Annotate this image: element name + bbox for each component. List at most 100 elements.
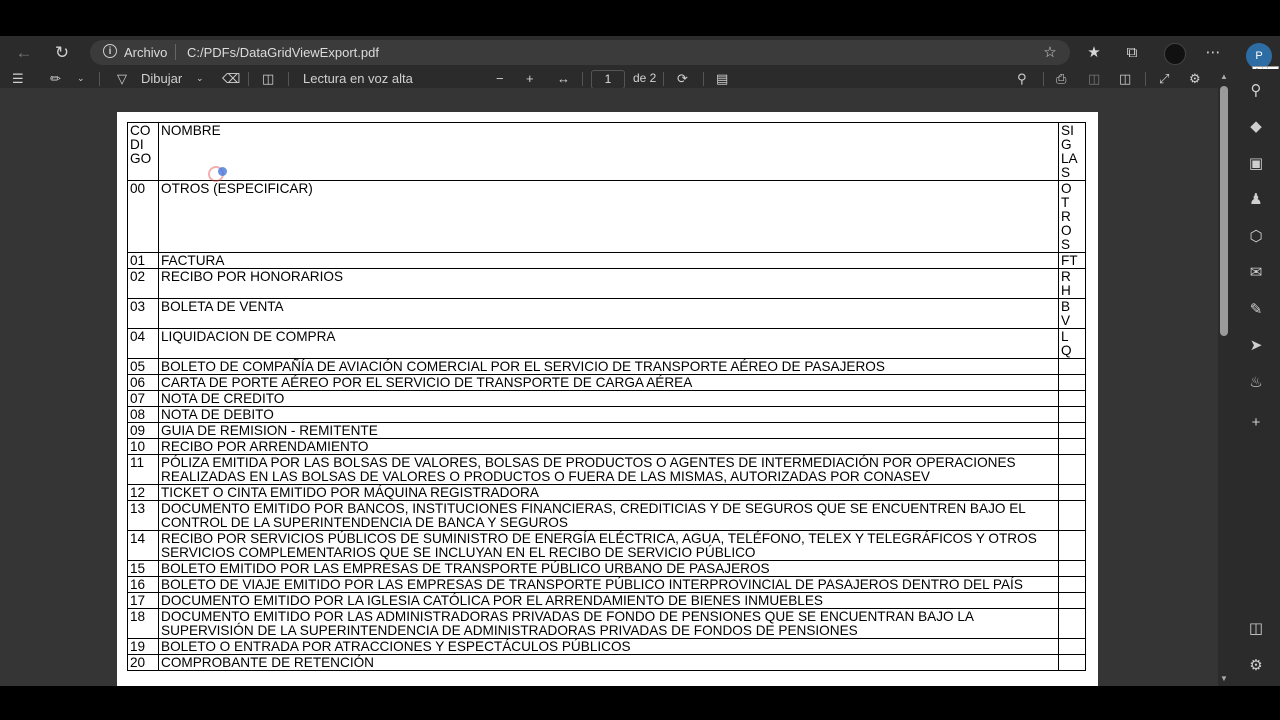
table-row: 05 BOLETO DE COMPAÑÍA DE AVIACIÓN COMERCI… bbox=[127, 358, 1086, 375]
scroll-down-icon[interactable]: ▼ bbox=[1219, 674, 1229, 683]
fullscreen-icon[interactable]: ⤢ bbox=[1159, 69, 1169, 88]
row-code: 10 bbox=[127, 438, 159, 455]
table-row: 04 LIQUIDACION DE COMPRA LQ bbox=[127, 328, 1086, 359]
draw-icon[interactable]: ▽ bbox=[117, 69, 127, 88]
row-name: DOCUMENTO EMITIDO POR LA IGLESIA CATÓLIC… bbox=[158, 592, 1059, 609]
row-name: NOTA DE DEBITO bbox=[158, 406, 1059, 423]
save-icon[interactable]: ◫ bbox=[1088, 69, 1100, 88]
row-name: OTROS (ESPECIFICAR) bbox=[158, 180, 1059, 253]
collections-icon[interactable]: ⧉ bbox=[1122, 44, 1142, 62]
settings-gear-icon[interactable]: ⚙ bbox=[1189, 69, 1201, 88]
toolbar-divider bbox=[248, 72, 249, 86]
header-name: NOMBRE bbox=[158, 122, 1059, 181]
row-code: 13 bbox=[127, 500, 159, 531]
row-name: DOCUMENTO EMITIDO POR BANCOS, INSTITUCIO… bbox=[158, 500, 1059, 531]
sidebar-toggle-icon[interactable]: ◫ bbox=[1244, 618, 1268, 640]
row-code: 16 bbox=[127, 576, 159, 593]
table-row: 20 COMPROBANTE DE RETENCIÓN bbox=[127, 654, 1086, 671]
copilot-icon[interactable]: ⬡ bbox=[1244, 226, 1268, 248]
refresh-icon[interactable]: ↻ bbox=[46, 36, 78, 69]
row-name: CARTA DE PORTE AÉREO POR EL SERVICIO DE … bbox=[158, 374, 1059, 391]
draw-chevron-icon[interactable]: ⌄ bbox=[196, 69, 204, 88]
mouse-cursor-dot bbox=[218, 167, 227, 176]
draw-label[interactable]: Dibujar bbox=[141, 69, 182, 88]
table-row: 03 BOLETA DE VENTA BV bbox=[127, 298, 1086, 329]
table-row: 17 DOCUMENTO EMITIDO POR LA IGLESIA CATÓL… bbox=[127, 592, 1086, 609]
url-text[interactable]: C:/PDFs/DataGridViewExport.pdf bbox=[187, 45, 379, 60]
table-row: 19 BOLETO O ENTRADA POR ATRACCIONES Y ESP… bbox=[127, 638, 1086, 655]
header-sig: SIGLAS bbox=[1061, 123, 1078, 180]
send-icon[interactable]: ➤ bbox=[1244, 335, 1268, 357]
zoom-out-icon[interactable]: − bbox=[496, 69, 504, 88]
extension-icon[interactable] bbox=[1164, 43, 1186, 65]
fit-width-icon[interactable]: ↔ bbox=[557, 69, 570, 88]
row-code: 20 bbox=[127, 654, 159, 671]
document-table: CODIGO NOMBRE SIGLAS 00 OTROS (ESPECIFICA… bbox=[127, 122, 1086, 671]
print-icon[interactable]: ⎙ bbox=[1056, 69, 1066, 88]
row-sig: FT bbox=[1061, 253, 1078, 268]
add-icon[interactable]: + bbox=[1244, 412, 1268, 434]
tag-icon[interactable]: ◆ bbox=[1244, 116, 1268, 138]
contents-list-icon[interactable]: ☰ bbox=[12, 69, 24, 88]
row-name: COMPROBANTE DE RETENCIÓN bbox=[158, 654, 1059, 671]
star-plus-icon[interactable]: ☆ bbox=[1040, 44, 1060, 62]
table-row: 06 CARTA DE PORTE AÉREO POR EL SERVICIO D… bbox=[127, 374, 1086, 391]
row-name: RECIBO POR HONORARIOS bbox=[158, 268, 1059, 299]
row-code: 15 bbox=[127, 560, 159, 577]
row-code: 06 bbox=[127, 374, 159, 391]
table-row: 10 RECIBO POR ARRENDAMIENTO bbox=[127, 438, 1086, 455]
pdf-viewer[interactable]: CODIGO NOMBRE SIGLAS 00 OTROS (ESPECIFICA… bbox=[0, 88, 1218, 686]
search-icon[interactable]: ⚲ bbox=[1017, 69, 1027, 88]
text-box-icon[interactable]: ◫ bbox=[262, 69, 274, 88]
row-name: BOLETO DE VIAJE EMITIDO POR LAS EMPRESAS… bbox=[158, 576, 1059, 593]
designer-icon[interactable]: ✎ bbox=[1244, 299, 1268, 321]
row-code: 02 bbox=[127, 268, 159, 299]
zoom-in-icon[interactable]: + bbox=[526, 69, 534, 88]
table-row: 11 PÓLIZA EMITIDA POR LAS BOLSAS DE VALOR… bbox=[127, 454, 1086, 485]
read-aloud-label[interactable]: Lectura en voz alta bbox=[303, 69, 413, 88]
pdf-page: CODIGO NOMBRE SIGLAS 00 OTROS (ESPECIFICA… bbox=[117, 112, 1098, 686]
toolbar-divider bbox=[1043, 72, 1044, 86]
table-row: 01 FACTURA FT bbox=[127, 252, 1086, 269]
search-sidebar-icon[interactable]: ⚲ bbox=[1244, 80, 1268, 102]
rotate-icon[interactable]: ⟳ bbox=[677, 69, 688, 88]
sidebar-settings-icon[interactable]: ⚙ bbox=[1244, 655, 1268, 677]
scroll-up-icon[interactable]: ▲ bbox=[1219, 72, 1229, 81]
row-code: 19 bbox=[127, 638, 159, 655]
favorites-icon[interactable]: ★ bbox=[1084, 44, 1104, 62]
row-code: 09 bbox=[127, 422, 159, 439]
outlook-icon[interactable]: ✉ bbox=[1244, 262, 1268, 284]
table-row: 13 DOCUMENTO EMITIDO POR BANCOS, INSTITUC… bbox=[127, 500, 1086, 531]
row-code: 14 bbox=[127, 530, 159, 561]
bell-icon[interactable]: ♨ bbox=[1244, 372, 1268, 394]
header-code: CODIGO bbox=[130, 123, 152, 166]
toolbar-divider bbox=[703, 72, 704, 86]
save-as-icon[interactable]: ◫ bbox=[1119, 69, 1131, 88]
row-name: FACTURA bbox=[158, 252, 1059, 269]
page-view-icon[interactable]: ▤ bbox=[716, 69, 728, 88]
row-code: 05 bbox=[127, 358, 159, 375]
row-name: BOLETO EMITIDO POR LAS EMPRESAS DE TRANS… bbox=[158, 560, 1059, 577]
window-top-bar bbox=[0, 0, 1280, 36]
eraser-icon[interactable]: ⌫ bbox=[222, 69, 240, 88]
row-sig: BV bbox=[1061, 299, 1071, 328]
briefcase-icon[interactable]: ▣ bbox=[1244, 153, 1268, 175]
scrollbar-thumb[interactable] bbox=[1220, 86, 1228, 336]
chess-piece-icon[interactable]: ♟ bbox=[1244, 189, 1268, 211]
table-row: 12 TICKET O CINTA EMITIDO POR MÁQUINA REG… bbox=[127, 484, 1086, 501]
toolbar-divider bbox=[663, 72, 664, 86]
site-info-icon[interactable]: i bbox=[103, 44, 117, 58]
row-name: TICKET O CINTA EMITIDO POR MÁQUINA REGIS… bbox=[158, 484, 1059, 501]
more-dots-icon[interactable]: ⋯ bbox=[1203, 44, 1223, 62]
table-row: 07 NOTA DE CREDITO bbox=[127, 390, 1086, 407]
page-number-input[interactable]: 1 bbox=[591, 70, 625, 89]
toolbar-divider bbox=[99, 72, 100, 86]
table-row: 02 RECIBO POR HONORARIOS RH bbox=[127, 268, 1086, 299]
row-code: 17 bbox=[127, 592, 159, 609]
row-sig: LQ bbox=[1061, 329, 1072, 358]
highlight-icon[interactable]: ✏ bbox=[50, 69, 61, 88]
page-total: de 2 bbox=[633, 71, 657, 85]
chevron-down-icon[interactable]: ⌄ bbox=[77, 69, 85, 88]
back-arrow-icon[interactable]: ← bbox=[8, 36, 40, 69]
row-sig: RH bbox=[1061, 269, 1071, 298]
